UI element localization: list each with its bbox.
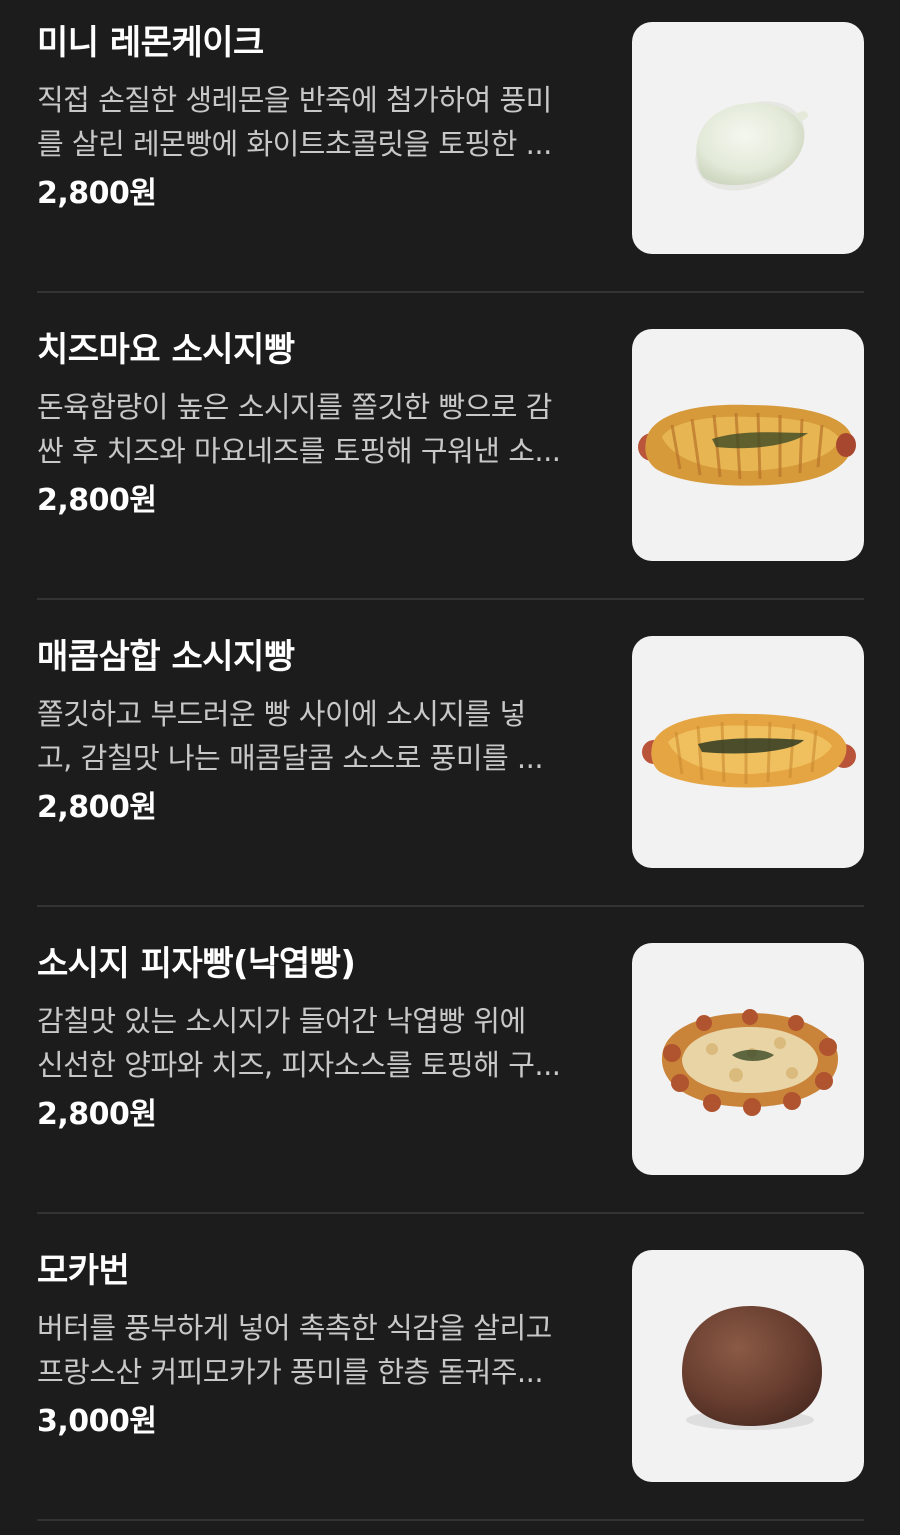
menu-item-description-line: 감칠맛 있는 소시지가 들어간 낙엽빵 위에 xyxy=(37,1004,526,1038)
menu-item-name: 미니 레몬케이크 xyxy=(37,23,264,63)
menu-item-price: 2,800원 xyxy=(37,176,157,211)
divider xyxy=(37,905,864,907)
divider xyxy=(37,291,864,293)
menu-item-description-line: 쫄깃하고 부드러운 빵 사이에 소시지를 넣 xyxy=(37,697,526,731)
menu-item-description: 돈육함량이 높은 소시지를 쫄깃한 빵으로 감 싼 후 치즈와 마요네즈를 토핑… xyxy=(37,385,597,473)
menu-item-description-line: 프랑스산 커피모카가 풍미를 한층 돋궈주... xyxy=(37,1355,544,1389)
menu-item-price: 3,000원 xyxy=(37,1404,157,1439)
menu-item-description: 쫄깃하고 부드러운 빵 사이에 소시지를 넣 고, 감칠맛 나는 매콤달콤 소스… xyxy=(37,692,597,780)
menu-item-price: 2,800원 xyxy=(37,1097,157,1132)
divider xyxy=(37,1212,864,1214)
menu-item-spicy-sausage-bread[interactable]: 매콤삼합 소시지빵 쫄깃하고 부드러운 빵 사이에 소시지를 넣 고, 감칠맛 … xyxy=(0,614,900,921)
menu-item-description-line: 버터를 풍부하게 넣어 촉촉한 식감을 살리고 xyxy=(37,1311,552,1345)
menu-item-name: 모카번 xyxy=(37,1251,130,1291)
menu-item-description-line: 고, 감칠맛 나는 매콤달콤 소스로 풍미를 ... xyxy=(37,741,544,775)
spicy-sausage-bread-image[interactable] xyxy=(632,636,864,868)
menu-item-name: 소시지 피자빵(낙엽빵) xyxy=(37,944,356,984)
menu-item-description-line: 돈육함량이 높은 소시지를 쫄깃한 빵으로 감 xyxy=(37,390,552,424)
divider xyxy=(37,1519,864,1521)
menu-item-description: 감칠맛 있는 소시지가 들어간 낙엽빵 위에 신선한 양파와 치즈, 피자소스를… xyxy=(37,999,597,1087)
cheese-mayo-sausage-bread-image[interactable] xyxy=(632,329,864,561)
menu-item-description-line: 를 살린 레몬빵에 화이트초콜릿을 토핑한 ... xyxy=(37,127,552,161)
mocha-bun-image[interactable] xyxy=(632,1250,864,1482)
menu-item-mocha-bun[interactable]: 모카번 버터를 풍부하게 넣어 촉촉한 식감을 살리고 프랑스산 커피모카가 풍… xyxy=(0,1228,900,1535)
divider xyxy=(37,598,864,600)
menu-item-description: 직접 손질한 생레몬을 반죽에 첨가하여 풍미 를 살린 레몬빵에 화이트초콜릿… xyxy=(37,78,597,166)
menu-item-price: 2,800원 xyxy=(37,790,157,825)
sausage-pizza-bread-image[interactable] xyxy=(632,943,864,1175)
menu-item-description-line: 직접 손질한 생레몬을 반죽에 첨가하여 풍미 xyxy=(37,83,552,117)
menu-item-description-line: 싼 후 치즈와 마요네즈를 토핑해 구워낸 소... xyxy=(37,434,561,468)
menu-item-mini-lemon-cake[interactable]: 미니 레몬케이크 직접 손질한 생레몬을 반죽에 첨가하여 풍미 를 살린 레몬… xyxy=(0,0,900,307)
menu-list: 미니 레몬케이크 직접 손질한 생레몬을 반죽에 첨가하여 풍미 를 살린 레몬… xyxy=(0,0,900,1528)
menu-item-price: 2,800원 xyxy=(37,483,157,518)
menu-item-description: 버터를 풍부하게 넣어 촉촉한 식감을 살리고 프랑스산 커피모카가 풍미를 한… xyxy=(37,1306,597,1394)
menu-item-description-line: 신선한 양파와 치즈, 피자소스를 토핑해 구... xyxy=(37,1048,561,1082)
menu-item-sausage-pizza-bread[interactable]: 소시지 피자빵(낙엽빵) 감칠맛 있는 소시지가 들어간 낙엽빵 위에 신선한 … xyxy=(0,921,900,1228)
lemon-cake-image[interactable] xyxy=(632,22,864,254)
menu-item-name: 매콤삼합 소시지빵 xyxy=(37,637,295,677)
menu-item-name: 치즈마요 소시지빵 xyxy=(37,330,295,370)
menu-item-cheese-mayo-sausage-bread[interactable]: 치즈마요 소시지빵 돈육함량이 높은 소시지를 쫄깃한 빵으로 감 싼 후 치즈… xyxy=(0,307,900,614)
